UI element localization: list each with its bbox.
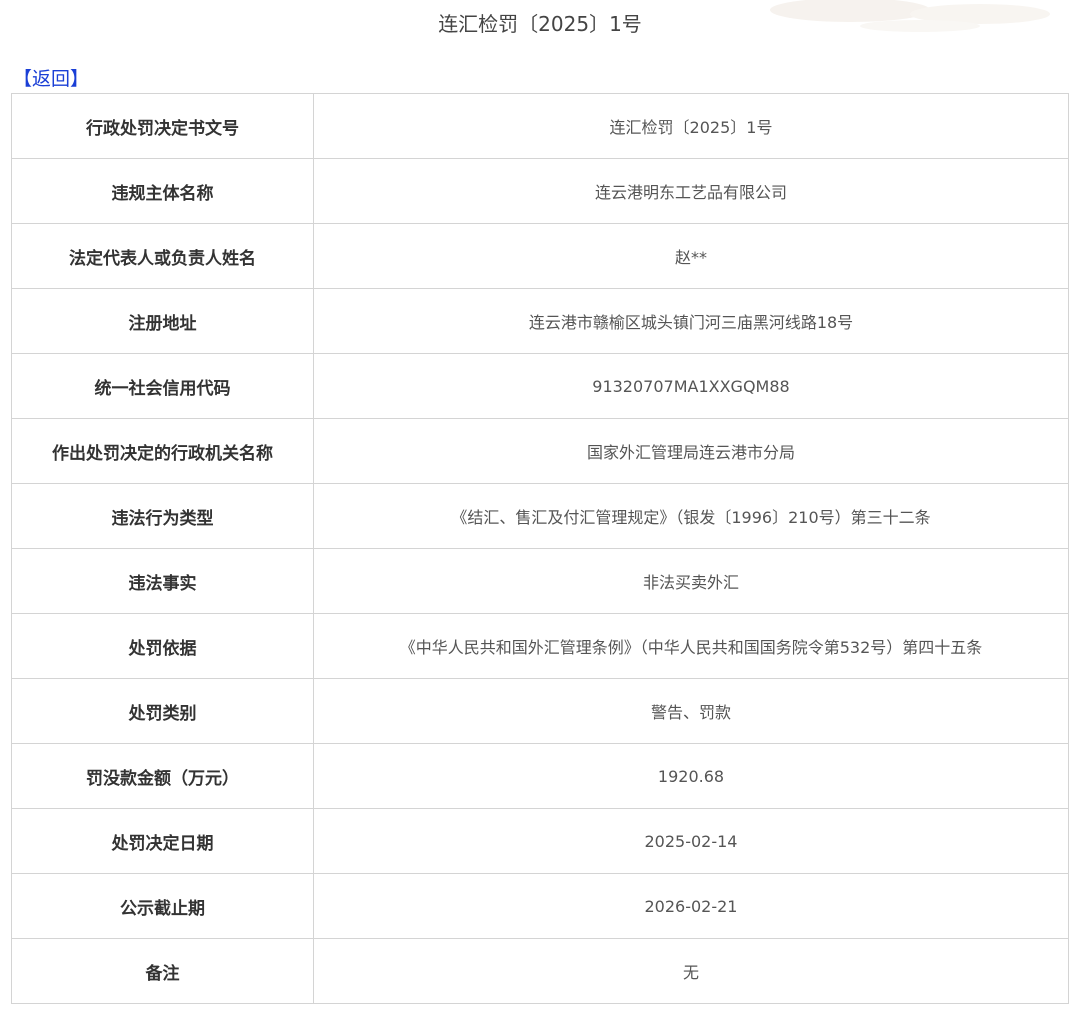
table-row: 处罚类别 警告、罚款 <box>11 678 1069 744</box>
row-label: 违法行为类型 <box>11 483 314 549</box>
row-value: 赵** <box>313 223 1069 289</box>
row-value: 2026-02-21 <box>313 873 1069 939</box>
row-value: 2025-02-14 <box>313 808 1069 874</box>
row-value: 警告、罚款 <box>313 678 1069 744</box>
table-row: 违法行为类型 《结汇、售汇及付汇管理规定》（银发〔1996〕210号）第三十二条 <box>11 483 1069 549</box>
row-label: 罚没款金额（万元） <box>11 743 314 809</box>
row-value: 91320707MA1XXGQM88 <box>313 353 1069 419</box>
row-value: 《结汇、售汇及付汇管理规定》（银发〔1996〕210号）第三十二条 <box>313 483 1069 549</box>
row-label: 注册地址 <box>11 288 314 354</box>
row-label: 处罚类别 <box>11 678 314 744</box>
row-label: 处罚决定日期 <box>11 808 314 874</box>
table-row: 作出处罚决定的行政机关名称 国家外汇管理局连云港市分局 <box>11 418 1069 484</box>
table-row: 罚没款金额（万元） 1920.68 <box>11 743 1069 809</box>
table-row: 处罚决定日期 2025-02-14 <box>11 808 1069 874</box>
row-value: 连汇检罚〔2025〕1号 <box>313 93 1069 159</box>
table-row: 注册地址 连云港市赣榆区城头镇门河三庙黑河线路18号 <box>11 288 1069 354</box>
table-row: 违法事实 非法买卖外汇 <box>11 548 1069 614</box>
table-row: 违规主体名称 连云港明东工艺品有限公司 <box>11 158 1069 224</box>
row-value: 《中华人民共和国外汇管理条例》（中华人民共和国国务院令第532号）第四十五条 <box>313 613 1069 679</box>
row-value: 连云港明东工艺品有限公司 <box>313 158 1069 224</box>
row-value: 国家外汇管理局连云港市分局 <box>313 418 1069 484</box>
row-label: 公示截止期 <box>11 873 314 939</box>
back-link[interactable]: 【返回】 <box>13 66 89 92</box>
row-value: 无 <box>313 938 1069 1004</box>
row-label: 违法事实 <box>11 548 314 614</box>
page-title: 连汇检罚〔2025〕1号 <box>438 12 642 36</box>
row-label: 统一社会信用代码 <box>11 353 314 419</box>
row-value: 连云港市赣榆区城头镇门河三庙黑河线路18号 <box>313 288 1069 354</box>
table-row: 法定代表人或负责人姓名 赵** <box>11 223 1069 289</box>
row-label: 违规主体名称 <box>11 158 314 224</box>
table-row: 处罚依据 《中华人民共和国外汇管理条例》（中华人民共和国国务院令第532号）第四… <box>11 613 1069 679</box>
table-row: 统一社会信用代码 91320707MA1XXGQM88 <box>11 353 1069 419</box>
table-row: 行政处罚决定书文号 连汇检罚〔2025〕1号 <box>11 93 1069 159</box>
row-label: 作出处罚决定的行政机关名称 <box>11 418 314 484</box>
row-label: 行政处罚决定书文号 <box>11 93 314 159</box>
row-label: 备注 <box>11 938 314 1004</box>
table-row: 公示截止期 2026-02-21 <box>11 873 1069 939</box>
row-label: 处罚依据 <box>11 613 314 679</box>
penalty-info-table: 行政处罚决定书文号 连汇检罚〔2025〕1号 违规主体名称 连云港明东工艺品有限… <box>11 93 1069 1004</box>
row-value: 1920.68 <box>313 743 1069 809</box>
row-label: 法定代表人或负责人姓名 <box>11 223 314 289</box>
row-value: 非法买卖外汇 <box>313 548 1069 614</box>
table-row: 备注 无 <box>11 938 1069 1004</box>
